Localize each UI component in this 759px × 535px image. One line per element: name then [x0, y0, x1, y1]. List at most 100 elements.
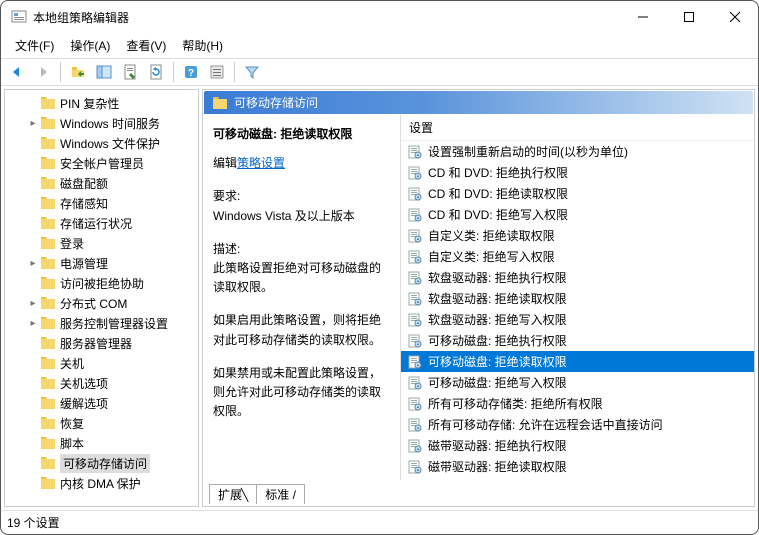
list-item[interactable]: CD 和 DVD: 拒绝读取权限: [401, 183, 754, 204]
tree-item-label: 磁盘配额: [60, 175, 108, 192]
tree-item-label: Windows 时间服务: [60, 115, 160, 132]
description-pane: 可移动磁盘: 拒绝读取权限 编辑策略设置 要求: Windows Vista 及…: [203, 115, 401, 480]
list-item[interactable]: 磁带驱动器: 拒绝执行权限: [401, 435, 754, 456]
list-item[interactable]: 可移动磁盘: 拒绝读取权限: [401, 351, 754, 372]
list-item-label: 软盘驱动器: 拒绝读取权限: [428, 290, 567, 307]
tab-standard[interactable]: 标准 /: [256, 484, 305, 504]
requirements-label: 要求:: [213, 187, 390, 206]
settings-list-header[interactable]: 设置: [401, 115, 754, 141]
tree-item[interactable]: 存储运行状况: [5, 213, 198, 233]
list-item-label: CD 和 DVD: 拒绝执行权限: [428, 164, 568, 181]
list-item[interactable]: 磁带驱动器: 拒绝读取权限: [401, 456, 754, 477]
expand-icon[interactable]: ▸: [27, 118, 39, 129]
tree-item[interactable]: Windows 文件保护: [5, 133, 198, 153]
expand-icon[interactable]: ▸: [27, 298, 39, 309]
tree-item-label: 安全帐户管理员: [60, 155, 144, 172]
close-button[interactable]: [712, 2, 758, 32]
statusbar: 19 个设置: [1, 510, 758, 534]
properties-button[interactable]: [118, 61, 142, 83]
tree-item[interactable]: 安全帐户管理员: [5, 153, 198, 173]
tree-item[interactable]: ▸ Windows 时间服务: [5, 113, 198, 133]
menu-help[interactable]: 帮助(H): [176, 35, 229, 56]
svg-text:?: ?: [188, 68, 194, 79]
options-button[interactable]: [205, 61, 229, 83]
list-item[interactable]: CD 和 DVD: 拒绝执行权限: [401, 162, 754, 183]
tree-item[interactable]: 访问被拒绝协助: [5, 273, 198, 293]
tab-extended[interactable]: 扩展╲: [209, 484, 257, 504]
tree-item[interactable]: 关机选项: [5, 373, 198, 393]
description-label: 描述:: [213, 240, 390, 259]
details-header: 可移动存储访问: [204, 91, 753, 114]
folder-icon: [212, 96, 228, 110]
up-button[interactable]: [66, 61, 90, 83]
tree-item[interactable]: 存储感知: [5, 193, 198, 213]
tree-item-label: 服务控制管理器设置: [60, 315, 168, 332]
tree-item-label: 可移动存储访问: [60, 454, 150, 473]
expand-icon[interactable]: ▸: [27, 258, 39, 269]
list-item[interactable]: 软盘驱动器: 拒绝执行权限: [401, 267, 754, 288]
tree-item[interactable]: ▸ 服务控制管理器设置: [5, 313, 198, 333]
help-button[interactable]: ?: [179, 61, 203, 83]
list-item-label: 磁带驱动器: 拒绝执行权限: [428, 437, 567, 454]
app-window: 本地组策略编辑器 文件(F) 操作(A) 查看(V) 帮助(H) ? PIN 复…: [0, 0, 759, 535]
tree-item-label: 关机: [60, 355, 84, 372]
tree-item[interactable]: ▸分布式 COM: [5, 293, 198, 313]
list-item[interactable]: 软盘驱动器: 拒绝读取权限: [401, 288, 754, 309]
list-item[interactable]: 所有可移动存储类: 拒绝所有权限: [401, 393, 754, 414]
forward-button[interactable]: [31, 61, 55, 83]
filter-button[interactable]: [240, 61, 264, 83]
tree-item-label: 访问被拒绝协助: [60, 275, 144, 292]
toolbar: ?: [1, 58, 758, 86]
list-item-label: 所有可移动存储: 允许在远程会话中直接访问: [428, 416, 663, 433]
list-item[interactable]: 可移动磁盘: 拒绝写入权限: [401, 372, 754, 393]
list-item[interactable]: 设置强制重新启动的时间(以秒为单位): [401, 141, 754, 162]
tree-item[interactable]: 恢复: [5, 413, 198, 433]
main-body: PIN 复杂性▸Windows 时间服务Windows 文件保护安全帐户管理员磁…: [1, 86, 758, 510]
menu-action[interactable]: 操作(A): [64, 35, 116, 56]
details-header-title: 可移动存储访问: [234, 94, 318, 111]
list-item[interactable]: CD 和 DVD: 拒绝写入权限: [401, 204, 754, 225]
tree-item[interactable]: ▸ 电源管理: [5, 253, 198, 273]
list-item[interactable]: 自定义类: 拒绝写入权限: [401, 246, 754, 267]
menu-view[interactable]: 查看(V): [120, 35, 172, 56]
list-item-label: CD 和 DVD: 拒绝写入权限: [428, 206, 568, 223]
list-item-label: 可移动磁盘: 拒绝读取权限: [428, 353, 567, 370]
tree-item[interactable]: 缓解选项: [5, 393, 198, 413]
tree-item-label: 存储运行状况: [60, 215, 132, 232]
description-text-3: 如果禁用或未配置此策略设置，则允许对此可移动存储类的读取权限。: [213, 364, 390, 422]
tree-item-label: 电源管理: [60, 255, 108, 272]
minimize-button[interactable]: [620, 2, 666, 32]
expand-icon[interactable]: ▸: [27, 318, 39, 329]
edit-prefix: 编辑: [213, 156, 237, 170]
list-item[interactable]: 所有可移动存储: 允许在远程会话中直接访问: [401, 414, 754, 435]
tree-item[interactable]: PIN 复杂性: [5, 93, 198, 113]
tree-item[interactable]: 关机: [5, 353, 198, 373]
back-button[interactable]: [5, 61, 29, 83]
tree-item[interactable]: 服务器管理器: [5, 333, 198, 353]
tree-item[interactable]: 可移动存储访问: [5, 453, 198, 473]
tree-item-label: 内核 DMA 保护: [60, 475, 141, 492]
list-item-label: 可移动磁盘: 拒绝执行权限: [428, 332, 567, 349]
tree-item-label: Windows 文件保护: [60, 135, 160, 152]
tree-item-label: 脚本: [60, 435, 84, 452]
list-item[interactable]: 自定义类: 拒绝读取权限: [401, 225, 754, 246]
window-title: 本地组策略编辑器: [33, 9, 620, 26]
refresh-button[interactable]: [144, 61, 168, 83]
list-item[interactable]: 软盘驱动器: 拒绝写入权限: [401, 309, 754, 330]
tree-item[interactable]: 磁盘配额: [5, 173, 198, 193]
menu-file[interactable]: 文件(F): [9, 35, 60, 56]
tree-item-label: 登录: [60, 235, 84, 252]
edit-policy-link[interactable]: 策略设置: [237, 156, 285, 170]
tree-item[interactable]: 登录: [5, 233, 198, 253]
list-item-label: 自定义类: 拒绝写入权限: [428, 248, 555, 265]
list-item[interactable]: 可移动磁盘: 拒绝执行权限: [401, 330, 754, 351]
settings-list[interactable]: 设置 设置强制重新启动的时间(以秒为单位) CD 和 DVD: 拒绝执行权限 CD …: [401, 115, 754, 480]
tree-item-label: PIN 复杂性: [60, 95, 119, 112]
maximize-button[interactable]: [666, 2, 712, 32]
tree-item[interactable]: 内核 DMA 保护: [5, 473, 198, 493]
tree-item[interactable]: 脚本: [5, 433, 198, 453]
app-icon: [11, 9, 27, 25]
tree-panel[interactable]: PIN 复杂性 ▸ Windows 时间服务 Windows 文件保护安全帐户管理员磁…: [4, 89, 199, 507]
list-item-label: 设置强制重新启动的时间(以秒为单位): [428, 143, 628, 160]
show-hide-tree-button[interactable]: [92, 61, 116, 83]
